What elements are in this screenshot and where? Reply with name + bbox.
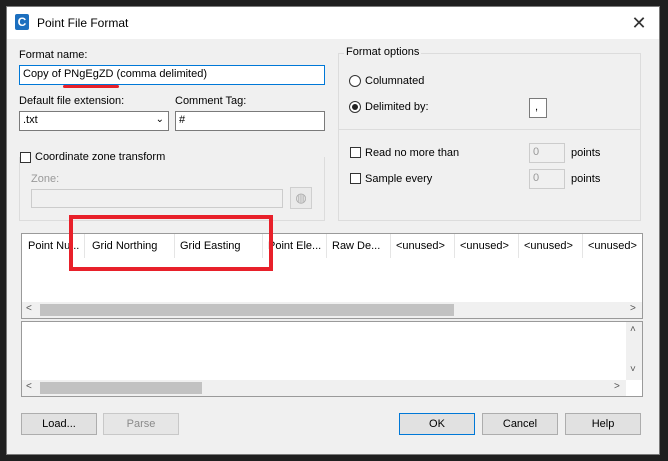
delimited-label: Delimited by: bbox=[365, 101, 429, 113]
sample-every-unit: points bbox=[571, 173, 601, 185]
preview-vertical-scrollbar[interactable]: ˄ ˅ bbox=[626, 322, 642, 380]
read-no-more-checkbox[interactable] bbox=[350, 147, 361, 158]
delimiter-input[interactable]: , bbox=[529, 98, 547, 118]
format-options-title: Format options bbox=[344, 46, 422, 58]
parse-button[interactable]: Parse bbox=[103, 413, 179, 435]
comment-tag-input[interactable]: # bbox=[175, 111, 325, 131]
zone-label: Zone: bbox=[31, 173, 60, 185]
preview-pane: ˄ ˅ < > bbox=[21, 321, 643, 397]
annotation-underline bbox=[63, 85, 119, 88]
column-header[interactable]: Point Ele... bbox=[268, 240, 324, 254]
column-separator bbox=[582, 234, 583, 258]
load-button[interactable]: Load... bbox=[21, 413, 97, 435]
cancel-button[interactable]: Cancel bbox=[482, 413, 558, 435]
annotation-highlight-box bbox=[69, 215, 273, 271]
zone-input[interactable] bbox=[31, 189, 283, 208]
help-button[interactable]: Help bbox=[565, 413, 641, 435]
column-separator bbox=[518, 234, 519, 258]
scroll-right-icon[interactable]: > bbox=[614, 381, 620, 392]
scroll-thumb[interactable] bbox=[40, 382, 202, 394]
sample-every-input[interactable]: 0 bbox=[529, 169, 565, 189]
read-no-more-unit: points bbox=[571, 147, 601, 159]
columnated-radio[interactable] bbox=[349, 75, 361, 87]
civil3d-app-icon: C bbox=[15, 14, 29, 30]
read-no-more-label: Read no more than bbox=[365, 147, 460, 159]
scroll-down-icon[interactable]: ˅ bbox=[630, 364, 636, 375]
delimited-radio[interactable] bbox=[349, 101, 361, 113]
format-name-label: Format name: bbox=[19, 49, 88, 61]
globe-icon[interactable]: ◍ bbox=[290, 187, 312, 209]
column-separator bbox=[390, 234, 391, 258]
chevron-down-icon: ⌄ bbox=[155, 114, 164, 125]
point-file-format-dialog: C Point File Format ✕ Format name: Copy … bbox=[6, 6, 660, 455]
column-header[interactable]: <unused> bbox=[524, 240, 580, 254]
scroll-right-icon[interactable]: > bbox=[630, 303, 636, 314]
sample-every-checkbox[interactable] bbox=[350, 173, 361, 184]
column-separator bbox=[326, 234, 327, 258]
scroll-thumb[interactable] bbox=[40, 304, 454, 316]
close-icon[interactable]: ✕ bbox=[627, 13, 651, 33]
scroll-up-icon[interactable]: ˄ bbox=[630, 324, 636, 335]
title-bar: C Point File Format ✕ bbox=[7, 7, 659, 39]
read-no-more-input[interactable]: 0 bbox=[529, 143, 565, 163]
default-ext-label: Default file extension: bbox=[19, 95, 125, 107]
preview-horizontal-scrollbar[interactable]: < > bbox=[22, 380, 626, 396]
columnated-label: Columnated bbox=[365, 75, 425, 87]
column-separator bbox=[454, 234, 455, 258]
column-header[interactable]: <unused> bbox=[396, 240, 452, 254]
scroll-left-icon[interactable]: < bbox=[26, 303, 32, 314]
ok-button[interactable]: OK bbox=[399, 413, 475, 435]
grid-horizontal-scrollbar[interactable]: < > bbox=[22, 302, 642, 318]
default-ext-value: .txt bbox=[23, 114, 38, 126]
options-divider bbox=[339, 129, 640, 130]
column-header[interactable]: Raw De... bbox=[332, 240, 388, 254]
column-header[interactable]: <unused> bbox=[588, 240, 640, 254]
format-name-input[interactable]: Copy of PNgEgZD (comma delimited) bbox=[19, 65, 325, 85]
window-title: Point File Format bbox=[37, 16, 129, 30]
comment-tag-label: Comment Tag: bbox=[175, 95, 247, 107]
column-header[interactable]: <unused> bbox=[460, 240, 516, 254]
default-ext-select[interactable]: .txt ⌄ bbox=[19, 111, 169, 131]
scroll-left-icon[interactable]: < bbox=[26, 381, 32, 392]
sample-every-label: Sample every bbox=[365, 173, 433, 185]
